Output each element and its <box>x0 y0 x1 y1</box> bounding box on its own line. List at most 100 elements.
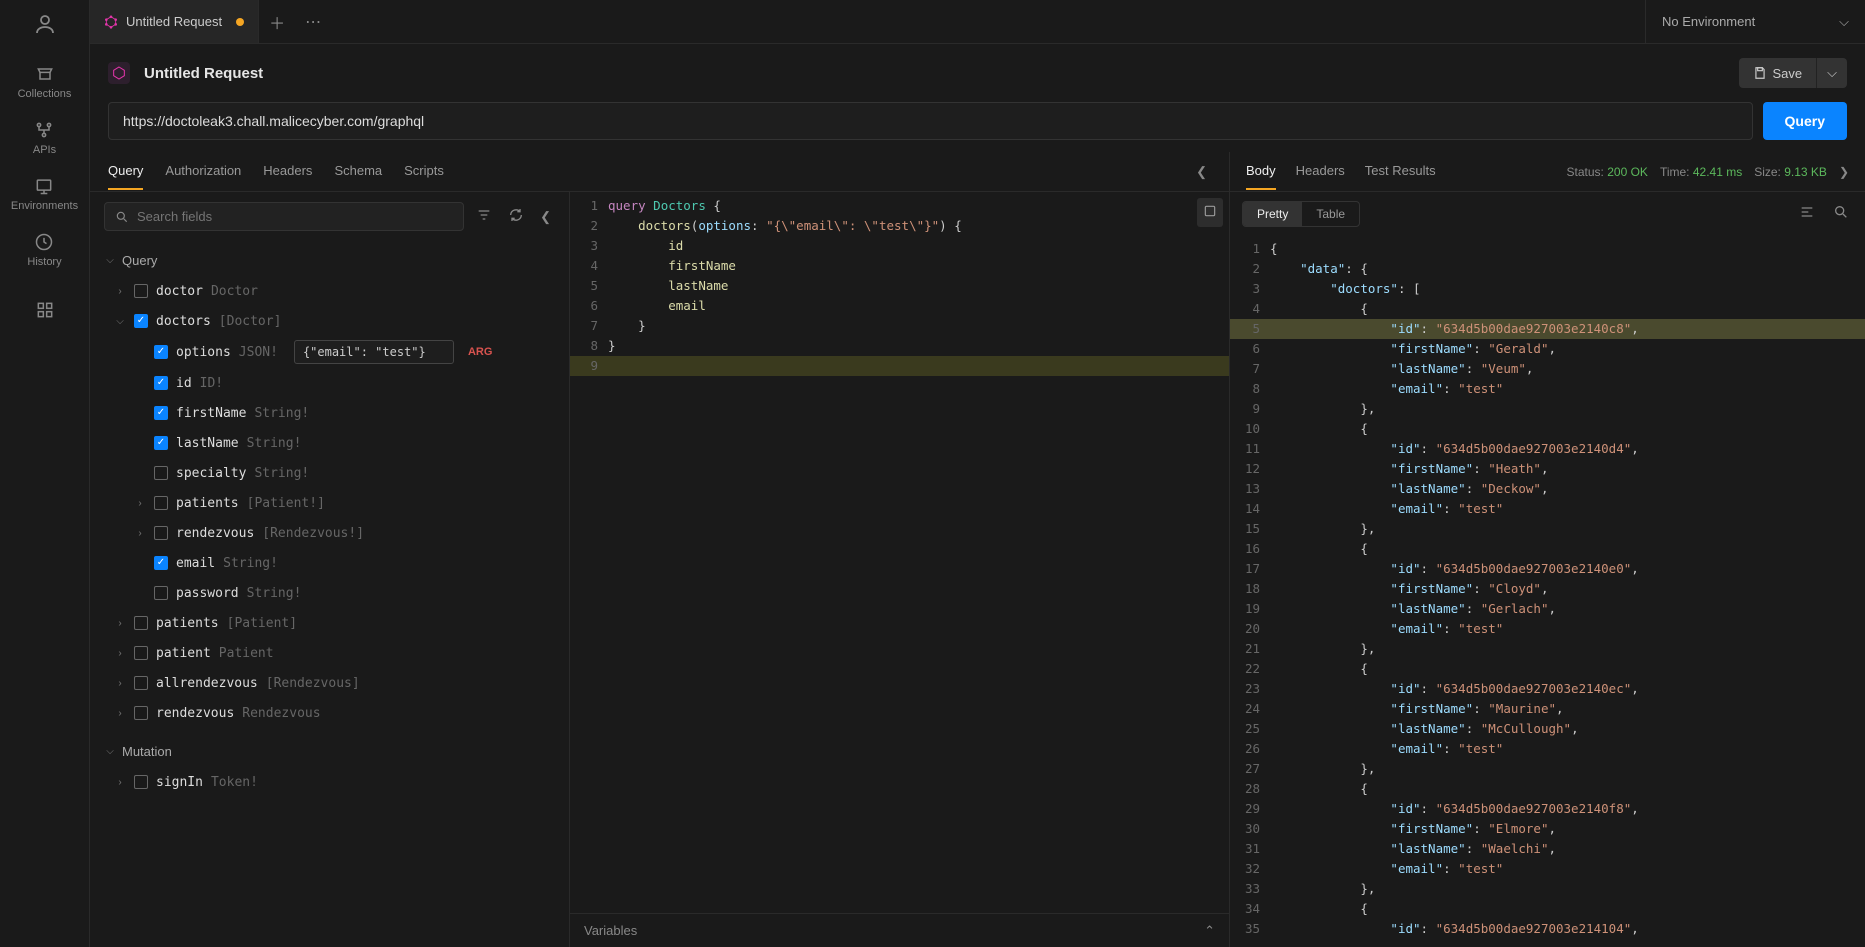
checkbox[interactable] <box>154 526 168 540</box>
response-line: }, <box>1270 399 1865 419</box>
new-tab-button[interactable]: ＋ <box>259 10 295 34</box>
collapse-right-icon[interactable]: ❮ <box>1192 160 1211 184</box>
editor-action-icon[interactable] <box>1197 198 1223 227</box>
chevron-down-icon[interactable]: ⌵ <box>114 316 126 327</box>
response-line: "firstName": "Gerald", <box>1270 339 1865 359</box>
response-line: }, <box>1270 879 1865 899</box>
field-firstName[interactable]: firstName String! <box>90 398 569 428</box>
code-line[interactable]: } <box>608 316 1229 336</box>
chevron-right-icon[interactable]: › <box>114 678 126 689</box>
response-tab-headers[interactable]: Headers <box>1296 153 1345 190</box>
chevron-right-icon[interactable]: › <box>114 708 126 719</box>
request-tab-authorization[interactable]: Authorization <box>165 153 241 190</box>
chevron-right-icon[interactable]: › <box>114 777 126 788</box>
tab-more-button[interactable]: ⋯ <box>295 12 331 32</box>
code-line[interactable]: query Doctors { <box>608 196 1229 216</box>
code-line[interactable]: firstName <box>608 256 1229 276</box>
field-signIn[interactable]: ›signIn Token! <box>90 767 569 797</box>
checkbox[interactable] <box>154 406 168 420</box>
field-allrendezvous[interactable]: ›allrendezvous [Rendezvous] <box>90 668 569 698</box>
environment-select[interactable]: No Environment ⌵ <box>1645 0 1865 43</box>
checkbox[interactable] <box>154 345 168 359</box>
arg-input[interactable] <box>294 340 454 364</box>
chevron-right-icon[interactable]: ❯ <box>1839 165 1849 179</box>
checkbox[interactable] <box>154 436 168 450</box>
checkbox[interactable] <box>154 466 168 480</box>
request-tab-query[interactable]: Query <box>108 153 143 190</box>
format-icon[interactable] <box>1795 200 1819 227</box>
user-icon[interactable] <box>33 12 57 36</box>
chevron-right-icon[interactable]: › <box>134 528 146 539</box>
field-patient[interactable]: ›patient Patient <box>90 638 569 668</box>
response-tab-body[interactable]: Body <box>1246 153 1276 190</box>
schema-section-query[interactable]: ⌵ Query <box>90 245 569 276</box>
request-tab[interactable]: Untitled Request <box>90 0 259 43</box>
field-patients[interactable]: ›patients [Patient] <box>90 608 569 638</box>
code-line[interactable]: } <box>608 336 1229 356</box>
save-button[interactable]: Save <box>1739 58 1817 88</box>
checkbox[interactable] <box>154 496 168 510</box>
rail-history[interactable]: History <box>27 222 61 278</box>
chevron-right-icon[interactable]: › <box>114 618 126 629</box>
response-body[interactable]: 1{2 "data": {3 "doctors": [4 {5 "id": "6… <box>1230 235 1865 947</box>
collapse-left-icon[interactable]: ❮ <box>536 205 555 229</box>
checkbox[interactable] <box>134 284 148 298</box>
code-line[interactable]: doctors(options: "{\"email\": \"test\"}"… <box>608 216 1229 236</box>
request-tab-schema[interactable]: Schema <box>334 153 382 190</box>
save-dropdown[interactable]: ⌵ <box>1816 58 1847 88</box>
field-doctor[interactable]: ›doctor Doctor <box>90 276 569 306</box>
rail-environments[interactable]: Environments <box>11 166 78 222</box>
response-view-modes: PrettyTable <box>1230 192 1865 235</box>
view-mode-table[interactable]: Table <box>1302 202 1359 226</box>
checkbox[interactable] <box>134 616 148 630</box>
schema-section-mutation[interactable]: ⌵ Mutation <box>90 736 569 767</box>
rail-apis[interactable]: APIs <box>33 110 56 166</box>
response-line: { <box>1270 539 1865 559</box>
field-email[interactable]: email String! <box>90 548 569 578</box>
code-line[interactable]: id <box>608 236 1229 256</box>
query-editor[interactable]: 1query Doctors {2 doctors(options: "{\"e… <box>570 192 1229 947</box>
field-patients[interactable]: ›patients [Patient!] <box>90 488 569 518</box>
checkbox[interactable] <box>134 314 148 328</box>
code-line[interactable] <box>608 356 1229 376</box>
field-lastName[interactable]: lastName String! <box>90 428 569 458</box>
query-button[interactable]: Query <box>1763 102 1847 140</box>
response-tab-test-results[interactable]: Test Results <box>1365 153 1436 190</box>
checkbox[interactable] <box>134 775 148 789</box>
field-doctors[interactable]: ⌵doctors [Doctor] <box>90 306 569 336</box>
request-tab-headers[interactable]: Headers <box>263 153 312 190</box>
checkbox[interactable] <box>134 676 148 690</box>
line-number: 24 <box>1230 699 1270 719</box>
checkbox[interactable] <box>134 706 148 720</box>
chevron-right-icon[interactable]: › <box>114 648 126 659</box>
field-id[interactable]: id ID! <box>90 368 569 398</box>
field-rendezvous[interactable]: ›rendezvous [Rendezvous!] <box>90 518 569 548</box>
url-input[interactable] <box>108 102 1753 140</box>
view-mode-pretty[interactable]: Pretty <box>1243 202 1302 226</box>
checkbox[interactable] <box>154 556 168 570</box>
code-line[interactable]: email <box>608 296 1229 316</box>
filter-icon[interactable] <box>472 203 496 230</box>
chevron-right-icon[interactable]: › <box>114 286 126 297</box>
refresh-icon[interactable] <box>504 203 528 230</box>
search-icon[interactable] <box>1829 200 1853 227</box>
rail-collections[interactable]: Collections <box>18 54 72 110</box>
field-specialty[interactable]: specialty String! <box>90 458 569 488</box>
field-password[interactable]: password String! <box>90 578 569 608</box>
checkbox[interactable] <box>134 646 148 660</box>
variables-bar[interactable]: Variables ⌃ <box>570 913 1229 947</box>
code-line[interactable]: lastName <box>608 276 1229 296</box>
line-number: 11 <box>1230 439 1270 459</box>
checkbox[interactable] <box>154 586 168 600</box>
rail-label: Environments <box>11 200 78 212</box>
response-line: }, <box>1270 639 1865 659</box>
chevron-right-icon[interactable]: › <box>134 498 146 509</box>
request-tab-scripts[interactable]: Scripts <box>404 153 444 190</box>
field-rendezvous[interactable]: ›rendezvous Rendezvous <box>90 698 569 728</box>
schema-search-input[interactable] <box>137 209 453 224</box>
panes: Query Authorization Headers Schema Scripts ❮ <box>90 152 1865 947</box>
rail-apps[interactable] <box>35 290 55 330</box>
field-options[interactable]: options JSON!ARG <box>90 336 569 368</box>
schema-search-box[interactable] <box>104 202 464 231</box>
checkbox[interactable] <box>154 376 168 390</box>
